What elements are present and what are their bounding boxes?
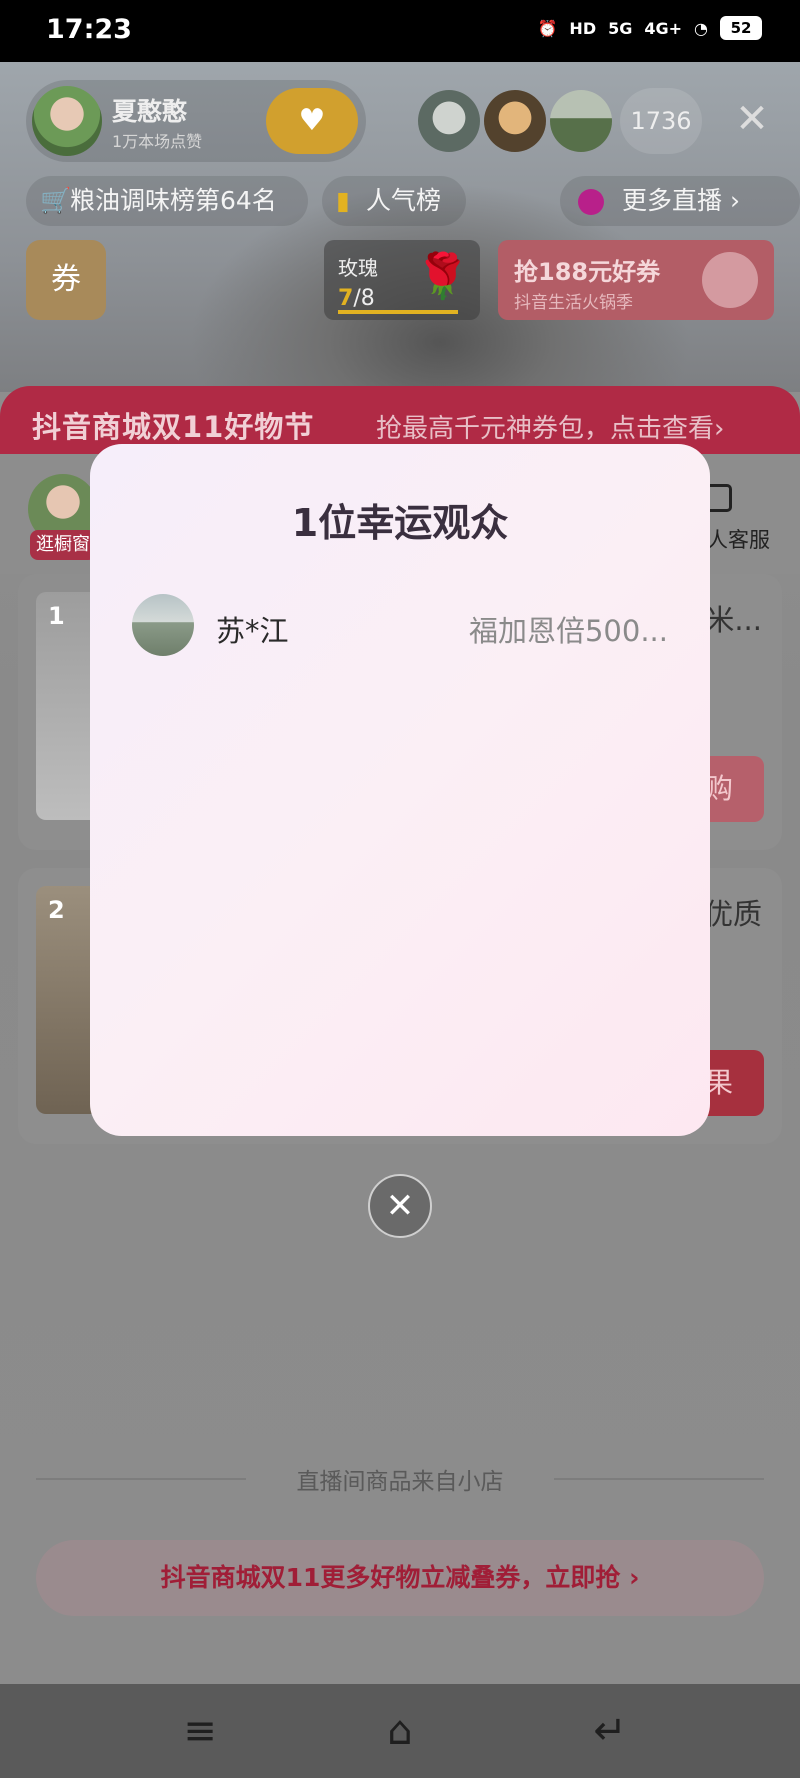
store-tag[interactable]: 逛橱窗 (30, 530, 96, 560)
live-dot-icon (578, 189, 604, 215)
more-live-pill[interactable]: 更多直播 › (560, 176, 800, 226)
back-icon[interactable]: ↵ (580, 1704, 640, 1758)
winner-row: 苏*江 福加恩倍500... (132, 594, 668, 656)
more-live-label: 更多直播 (622, 186, 723, 215)
viewer-count[interactable]: 1736 (620, 88, 702, 154)
customer-service-label[interactable]: 人客服 (707, 524, 770, 554)
rank-pill-label: 粮油调味榜第64名 (70, 186, 277, 215)
close-live-icon[interactable]: ✕ (732, 96, 772, 142)
grab-coupon-card[interactable]: 抢188元好券 抖音生活火锅季 (498, 240, 774, 320)
status-time: 17:23 (46, 14, 132, 45)
alarm-icon: ⏰ (537, 18, 558, 38)
banner-title: 抖音商城双11好物节 (32, 410, 315, 444)
winner-name: 苏*江 (216, 614, 289, 648)
grab-coupon-title: 抢188元好券 (514, 258, 661, 286)
rose-icon: 🌹 (415, 251, 470, 302)
rose-progress-bar (338, 310, 458, 314)
store-source-note: 直播间商品来自小店 (296, 1469, 504, 1495)
wifi-icon: ◔ (694, 18, 708, 38)
hd-icon: HD (569, 18, 597, 38)
status-bar: 17:23 ⏰ HD 5G 4G+ ◔ 52 (0, 0, 800, 62)
banner-link[interactable]: 抢最高千元神券包，点击查看› (376, 408, 724, 445)
rose-gift-progress[interactable]: 玫瑰 7/8 🌹 (324, 240, 480, 320)
anchor-likes: 1万本场点赞 (112, 132, 203, 151)
viewer-avatar[interactable] (550, 90, 612, 152)
grab-coupon-subtitle: 抖音生活火锅季 (514, 293, 633, 313)
product-number: 1 (48, 602, 65, 630)
rose-progress: 7/8 (338, 286, 375, 311)
lucky-viewers-dialog: 1位幸运观众 苏*江 福加恩倍500... (90, 444, 710, 1136)
winner-avatar (132, 594, 194, 656)
dialog-title: 1位幸运观众 (291, 501, 509, 545)
signal-4g-icon: 4G+ (644, 18, 683, 38)
bar-chart-icon: ▮ (336, 186, 350, 215)
menu-icon[interactable]: ≡ (170, 1704, 230, 1758)
winner-prize: 福加恩倍500... (468, 614, 668, 648)
coupon-bag-button[interactable]: 券 (26, 240, 106, 320)
popularity-pill[interactable]: ▮ 人气榜 (322, 176, 466, 226)
battery-icon: 52 (720, 16, 762, 40)
signal-5g-icon: 5G (608, 18, 633, 38)
viewer-avatar[interactable] (484, 90, 546, 152)
rose-label: 玫瑰 (338, 256, 378, 280)
promo-link-button[interactable]: 抖音商城双11更多好物立减叠券，立即抢 › (36, 1540, 764, 1616)
anchor-info[interactable]: 夏憨憨 1万本场点赞 ♥ (26, 80, 366, 162)
home-icon[interactable]: ⌂ (370, 1704, 430, 1758)
product-number: 2 (48, 896, 65, 924)
popularity-pill-label: 人气榜 (366, 186, 442, 215)
cart-icon: 🛒 (40, 186, 72, 215)
rank-pill[interactable]: 🛒粮油调味榜第64名 (26, 176, 308, 226)
status-icons: ⏰ HD 5G 4G+ ◔ 52 (537, 16, 762, 40)
anchor-avatar[interactable] (32, 86, 102, 156)
viewer-avatar[interactable] (418, 90, 480, 152)
close-icon[interactable]: ✕ (368, 1174, 432, 1238)
follow-heart-button[interactable]: ♥ (266, 88, 358, 154)
anchor-name: 夏憨憨 (112, 97, 188, 126)
hotpot-icon (702, 252, 758, 308)
system-nav-bar: ≡ ⌂ ↵ (0, 1684, 800, 1778)
